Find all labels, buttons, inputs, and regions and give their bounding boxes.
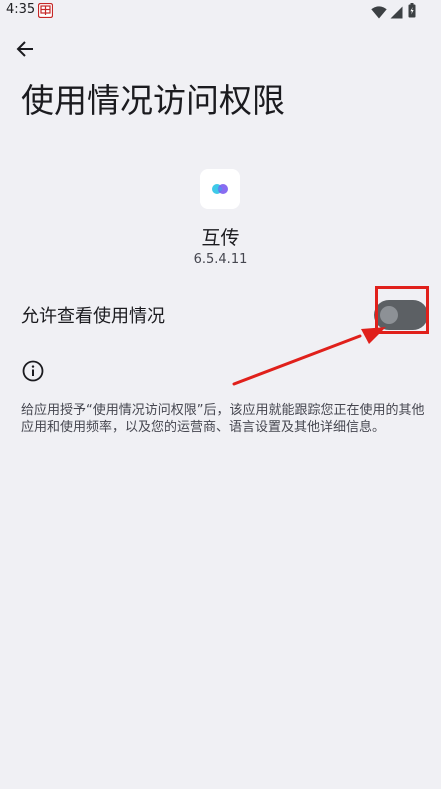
info-icon <box>22 360 44 382</box>
status-time: 4:35 <box>6 2 36 17</box>
app-version: 6.5.4.11 <box>193 252 248 267</box>
app-logo-icon <box>200 169 240 209</box>
page-title: 使用情况访问权限 <box>21 81 285 120</box>
battery-icon <box>408 3 416 18</box>
wifi-icon <box>371 4 387 19</box>
arrow-back-icon <box>15 39 35 63</box>
allow-usage-access-row[interactable]: 允许查看使用情况 <box>0 290 441 340</box>
back-button[interactable] <box>10 36 40 66</box>
app-name: 互传 <box>201 227 240 249</box>
allow-usage-access-label: 允许查看使用情况 <box>21 306 165 327</box>
allow-usage-access-toggle[interactable] <box>374 300 428 330</box>
status-bar: 4:35 <box>0 0 441 22</box>
app-notification-icon <box>37 2 54 19</box>
permission-description: 给应用授予“使用情况访问权限”后，该应用就能跟踪您正在使用的其他应用和使用频率，… <box>21 403 425 435</box>
toggle-thumb <box>380 306 398 324</box>
signal-icon <box>390 4 403 19</box>
